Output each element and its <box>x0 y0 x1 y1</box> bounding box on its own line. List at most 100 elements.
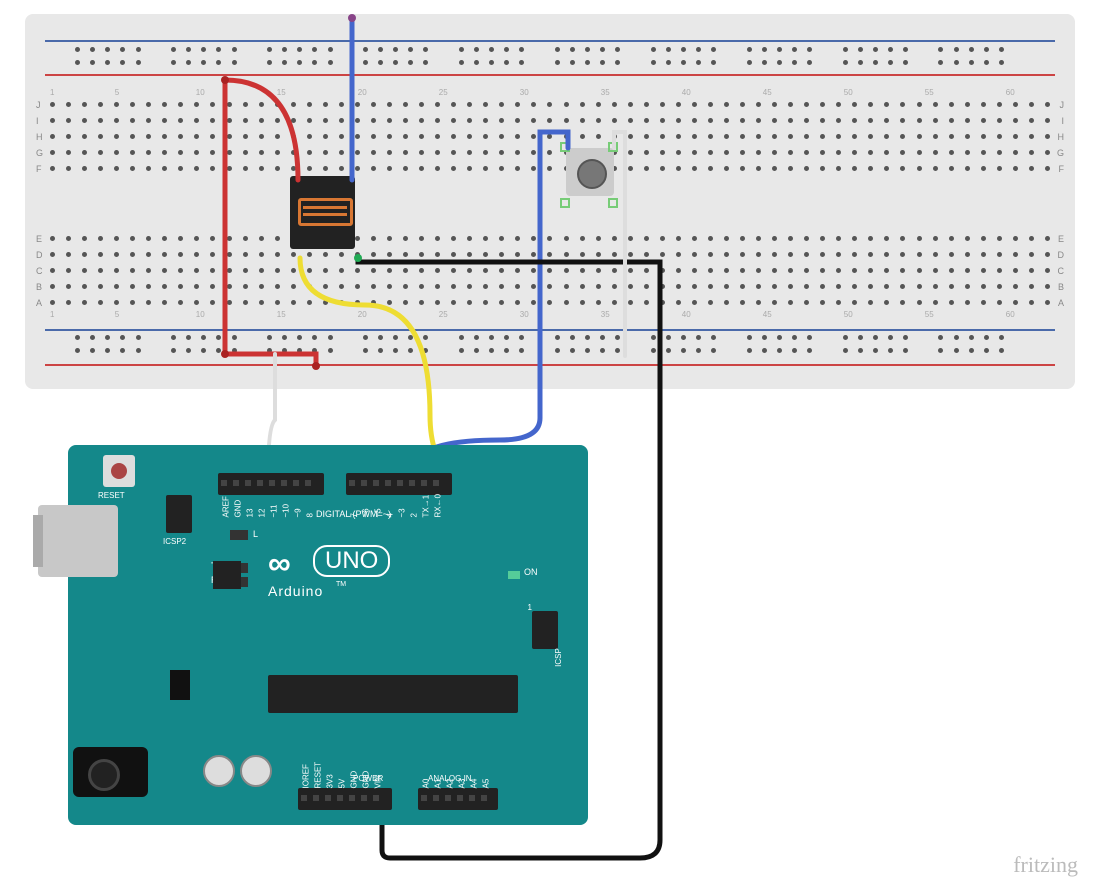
arduino-logo-icon: ∞ <box>268 545 291 582</box>
row-label: I <box>36 116 39 126</box>
row-label: D <box>1058 250 1065 260</box>
col-number: 40 <box>682 88 691 97</box>
arduino-brand: Arduino <box>268 583 323 599</box>
row-label: A <box>1058 298 1064 308</box>
pushbutton-leg <box>608 142 618 152</box>
col-number: 15 <box>277 310 286 319</box>
pin-TX→1[interactable]: TX→1 <box>418 473 430 495</box>
pin-A3[interactable]: A3 <box>454 788 466 810</box>
smd-chip <box>213 561 241 589</box>
pin-A5[interactable]: A5 <box>478 788 490 810</box>
digital-header-upper: AREFGND1312~11~10~98 <box>218 473 324 495</box>
pin-A2[interactable]: A2 <box>442 788 454 810</box>
pin-GND[interactable]: GND <box>358 788 370 810</box>
pin-GND[interactable]: GND <box>346 788 358 810</box>
pin-RX←0[interactable]: RX←0 <box>430 473 442 495</box>
rail-top-neg <box>45 40 1055 42</box>
col-number: 35 <box>601 88 610 97</box>
col-number: 20 <box>358 88 367 97</box>
row-label: D <box>36 250 43 260</box>
col-number: 20 <box>358 310 367 319</box>
breadboard: AABBCCDDEEFFGGHHIIJJ11551010151520202525… <box>25 14 1075 389</box>
row-label: G <box>1057 148 1064 158</box>
capacitor <box>240 755 272 787</box>
analog-header: A0A1A2A3A4A5 <box>418 788 498 810</box>
led-l <box>230 530 248 540</box>
pin-4[interactable]: 4 <box>382 473 394 495</box>
pin-~5[interactable]: ~5 <box>370 473 382 495</box>
row-label: H <box>1058 132 1065 142</box>
col-number: 35 <box>601 310 610 319</box>
pin-~3[interactable]: ~3 <box>394 473 406 495</box>
pushbutton-component <box>566 148 614 196</box>
digital-header-lower: 7~6~54~32TX→1RX←0 <box>346 473 452 495</box>
row-label: C <box>1058 266 1065 276</box>
usb-port <box>38 505 118 577</box>
tm-label: TM <box>336 581 346 588</box>
capacitor <box>203 755 235 787</box>
col-number: 45 <box>763 88 772 97</box>
pin-AREF[interactable]: AREF <box>218 473 230 495</box>
row-label: F <box>1059 164 1065 174</box>
col-number: 10 <box>196 310 205 319</box>
pin-7[interactable]: 7 <box>346 473 358 495</box>
col-number: 55 <box>925 88 934 97</box>
row-label: F <box>36 164 42 174</box>
row-label: E <box>36 234 42 244</box>
row-label: G <box>36 148 43 158</box>
col-number: 1 <box>50 88 54 97</box>
pin-IOREF[interactable]: IOREF <box>298 788 310 810</box>
rail-bot-neg <box>45 329 1055 331</box>
pin-GND[interactable]: GND <box>230 473 242 495</box>
pin-~11[interactable]: ~11 <box>266 473 278 495</box>
pin-~6[interactable]: ~6 <box>358 473 370 495</box>
col-number: 25 <box>439 88 448 97</box>
row-label: H <box>36 132 43 142</box>
col-number: 25 <box>439 310 448 319</box>
pin-~10[interactable]: ~10 <box>278 473 290 495</box>
col-number: 30 <box>520 88 529 97</box>
pin-12[interactable]: 12 <box>254 473 266 495</box>
pin-~9[interactable]: ~9 <box>290 473 302 495</box>
digital-label: DIGITAL (PWM=~) <box>316 509 391 519</box>
pin-3V3[interactable]: 3V3 <box>322 788 334 810</box>
row-label: I <box>1061 116 1064 126</box>
uno-label: UNO <box>313 545 390 577</box>
l-label: L <box>253 529 258 539</box>
reset-label: RESET <box>98 491 125 500</box>
power-label: POWER <box>353 774 383 783</box>
pin-A4[interactable]: A4 <box>466 788 478 810</box>
col-number: 10 <box>196 88 205 97</box>
pin-13[interactable]: 13 <box>242 473 254 495</box>
relay-component <box>290 176 355 249</box>
col-number: 5 <box>115 88 119 97</box>
led-on <box>508 571 520 579</box>
col-number: 45 <box>763 310 772 319</box>
col-number: 40 <box>682 310 691 319</box>
reset-button[interactable] <box>103 455 135 487</box>
icsp-label: ICSP <box>554 648 563 667</box>
col-number: 15 <box>277 88 286 97</box>
row-label: C <box>36 266 43 276</box>
pushbutton-leg <box>560 142 570 152</box>
row-label: J <box>36 100 41 110</box>
pin-2[interactable]: 2 <box>406 473 418 495</box>
row-label: B <box>36 282 42 292</box>
pin-A0[interactable]: A0 <box>418 788 430 810</box>
relay-coil-icon <box>298 198 353 226</box>
row-label: J <box>1060 100 1065 110</box>
pin-8[interactable]: 8 <box>302 473 314 495</box>
row-label: B <box>1058 282 1064 292</box>
icsp-pin1: 1 <box>528 603 532 612</box>
pin-5V[interactable]: 5V <box>334 788 346 810</box>
voltage-regulator <box>170 670 190 700</box>
icsp2-label: ICSP2 <box>163 537 186 546</box>
watermark: fritzing <box>1013 852 1078 878</box>
pin-VIN[interactable]: VIN <box>370 788 382 810</box>
icsp2-header <box>166 495 192 533</box>
pin-A1[interactable]: A1 <box>430 788 442 810</box>
pin-RESET[interactable]: RESET <box>310 788 322 810</box>
col-number: 30 <box>520 310 529 319</box>
analog-label: ANALOG IN <box>428 774 472 783</box>
arduino-uno-board: RESET ICSP2 AREFGND1312~11~10~98 7~6~54~… <box>68 445 588 825</box>
